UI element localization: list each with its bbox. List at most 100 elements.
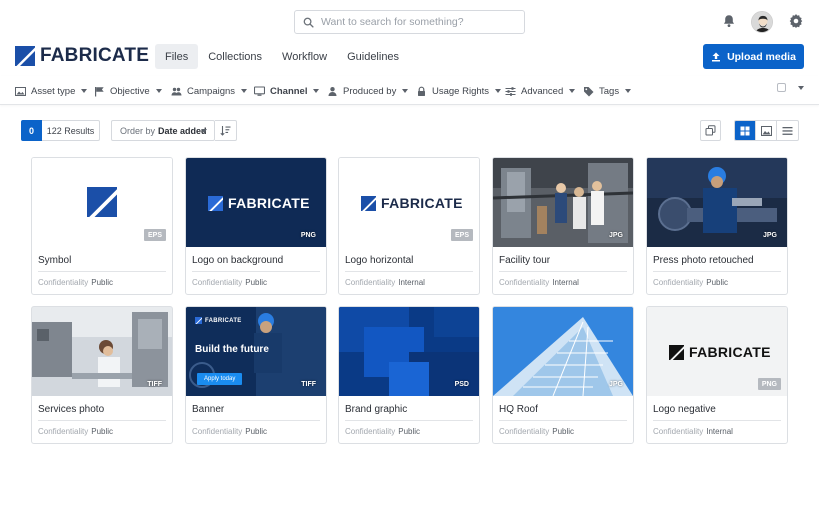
tab-workflow[interactable]: Workflow [272, 44, 337, 69]
tab-guidelines[interactable]: Guidelines [337, 44, 409, 69]
upload-media-label: Upload media [727, 50, 796, 63]
confidentiality-value: Public [91, 278, 114, 287]
format-badge: EPS [143, 229, 166, 241]
format-badge: TIFF [301, 380, 316, 388]
format-badge: PSD [454, 380, 469, 388]
tab-collections[interactable]: Collections [198, 44, 272, 69]
filter-objective[interactable]: Objective [94, 81, 162, 101]
confidentiality-value: Public [91, 427, 114, 436]
confidentiality-value: Internal [398, 278, 425, 287]
list-view-button[interactable] [777, 121, 798, 140]
logo-wordmark-text: FABRICATE [689, 344, 771, 360]
view-switcher [734, 120, 799, 141]
divider [192, 271, 320, 272]
chevron-down-icon [81, 89, 88, 93]
asset-card-facility-tour[interactable]: JPG Facility tour Confidentiality Interna… [492, 157, 634, 295]
selected-count-badge[interactable]: 0 [21, 120, 42, 141]
flag-icon [95, 86, 104, 96]
search-input[interactable] [321, 16, 511, 28]
asset-name: Press photo retouched [653, 255, 754, 266]
asset-confidentiality: Confidentiality Public [345, 427, 420, 436]
asset-card-banner[interactable]: FABRICATE Build the future Apply today T… [185, 306, 327, 444]
brand-name: FABRICATE [40, 45, 150, 66]
filter-label: Produced by [343, 85, 397, 97]
results-count: 122 Results [42, 120, 100, 141]
asset-card-brand-graphic[interactable]: PSD Brand graphic Confidentiality Public [338, 306, 480, 444]
asset-name: Services photo [38, 404, 105, 415]
divider [499, 420, 627, 421]
asset-name: Banner [192, 404, 225, 415]
asset-confidentiality: Confidentiality Public [192, 427, 267, 436]
fabricate-logo-icon [195, 317, 202, 324]
filter-usage-rights[interactable]: Usage Rights [416, 81, 502, 101]
image-icon [15, 86, 26, 96]
confidentiality-label: Confidentiality [653, 427, 704, 436]
chevron-down-icon [495, 89, 502, 93]
monitor-icon [254, 85, 265, 96]
asset-thumbnail: PSD [339, 307, 479, 396]
asset-card-logo-on-background[interactable]: FABRICATE PNG Logo on background Confide… [185, 157, 327, 295]
grid-view-button[interactable] [735, 121, 756, 140]
avatar[interactable] [751, 11, 773, 33]
banner-logo-text: FABRICATE [205, 317, 242, 324]
asset-thumbnail: FABRICATE EPS [339, 158, 479, 247]
banner-cta-button: Apply today [197, 373, 243, 385]
divider [499, 271, 627, 272]
asset-thumbnail: JPG [647, 158, 787, 247]
divider [653, 271, 781, 272]
lock-icon [418, 86, 425, 96]
asset-card-symbol[interactable]: EPS Symbol Confidentiality Public [31, 157, 173, 295]
order-by-prefix: Order by [120, 125, 156, 136]
format-badge: JPG [762, 231, 777, 239]
sliders-icon [505, 86, 516, 96]
brand-logo[interactable]: FABRICATE [15, 45, 150, 66]
order-by-select[interactable]: Order by Date added [111, 120, 215, 141]
filter-asset-type[interactable]: Asset type [15, 81, 88, 101]
chevron-down-icon [241, 89, 248, 93]
asset-name: Logo horizontal [345, 255, 414, 266]
asset-confidentiality: Confidentiality Internal [653, 427, 733, 436]
image-view-button[interactable] [756, 121, 777, 140]
asset-card-services-photo[interactable]: TIFF Services photo Confidentiality Publi… [31, 306, 173, 444]
bell-icon[interactable] [722, 14, 736, 28]
filter-label: Usage Rights [432, 85, 490, 97]
fabricate-logo-icon [208, 195, 223, 211]
chevron-down-icon [625, 89, 632, 93]
filter-campaigns[interactable]: Campaigns [171, 81, 248, 101]
asset-thumbnail: FABRICATE Build the future Apply today T… [186, 307, 326, 396]
confidentiality-value: Public [398, 427, 421, 436]
asset-card-press-photo-retouched[interactable]: JPG Press photo retouched Confidentialit… [646, 157, 788, 295]
asset-confidentiality: Confidentiality Public [38, 278, 113, 287]
user-avatar-icon [752, 12, 772, 32]
confidentiality-label: Confidentiality [653, 278, 704, 287]
logo-wordmark: FABRICATE [208, 195, 310, 211]
upload-icon [712, 52, 721, 61]
asset-confidentiality: Confidentiality Internal [345, 278, 425, 287]
asset-card-hq-roof[interactable]: JPG HQ Roof Confidentiality Public [492, 306, 634, 444]
logo-wordmark-text: FABRICATE [228, 195, 310, 211]
confidentiality-label: Confidentiality [38, 427, 89, 436]
chevron-down-icon [569, 89, 576, 93]
filter-label: Campaigns [187, 85, 236, 97]
tab-files[interactable]: Files [155, 44, 199, 69]
order-by-value: Date added [158, 125, 207, 136]
select-all-checkbox[interactable] [777, 83, 786, 92]
asset-thumbnail: JPG [493, 307, 633, 396]
asset-thumbnail: FABRICATE PNG [186, 158, 326, 247]
filter-produced-by[interactable]: Produced by [327, 81, 409, 101]
gear-icon[interactable] [788, 13, 804, 29]
chevron-down-icon[interactable] [798, 86, 804, 90]
logo-wordmark: FABRICATE [669, 344, 771, 360]
filter-advanced[interactable]: Advanced [505, 81, 576, 101]
asset-card-logo-negative[interactable]: FABRICATE PNG Logo negative Confidential… [646, 306, 788, 444]
filter-channel[interactable]: Channel [254, 81, 320, 101]
format-badge: JPG [608, 380, 623, 388]
upload-media-button[interactable]: Upload media [703, 44, 804, 69]
sort-direction-button[interactable] [215, 120, 237, 141]
banner-title: Build the future [195, 344, 269, 355]
asset-card-logo-horizontal[interactable]: FABRICATE EPS Logo horizontal Confidenti… [338, 157, 480, 295]
top-bar [0, 0, 819, 40]
search-box[interactable] [294, 10, 525, 34]
filter-tags[interactable]: Tags [583, 81, 632, 101]
copy-button[interactable] [700, 120, 721, 141]
